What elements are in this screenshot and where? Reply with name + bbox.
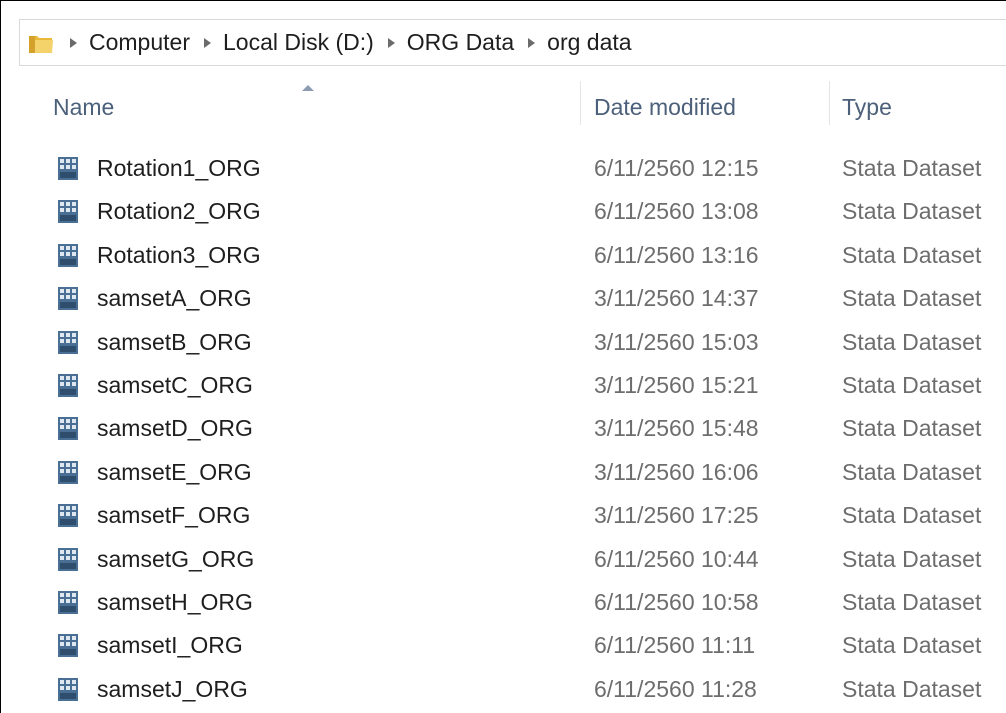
chevron-right-icon[interactable] — [203, 37, 211, 48]
file-date-modified: 6/11/2560 12:15 — [594, 155, 759, 181]
file-type: Stata Dataset — [842, 328, 982, 355]
file-type: Stata Dataset — [842, 458, 982, 485]
breadcrumb-org-data[interactable]: ORG Data — [407, 29, 514, 56]
column-header-date-modified[interactable]: Date modified — [594, 79, 824, 129]
breadcrumb-local-disk[interactable]: Local Disk (D:) — [223, 29, 374, 56]
file-row[interactable]: samsetB_ORG 3/11/2560 15:03 Stata Dataset — [19, 321, 1006, 364]
file-row[interactable]: samsetF_ORG 3/11/2560 17:25 Stata Dataset — [19, 494, 1006, 537]
stata-dataset-icon — [57, 243, 79, 268]
stata-dataset-icon — [57, 286, 79, 311]
file-row[interactable]: samsetE_ORG 3/11/2560 16:06 Stata Dataset — [19, 451, 1006, 494]
file-date-modified: 6/11/2560 13:08 — [594, 198, 759, 225]
stata-dataset-icon — [57, 330, 79, 355]
explorer-window: Computer Local Disk (D:) ORG Data org da… — [0, 0, 1006, 713]
file-type: Stata Dataset — [842, 241, 982, 268]
stata-dataset-icon — [57, 547, 79, 572]
folder-icon — [26, 28, 56, 58]
file-name[interactable]: samsetC_ORG — [97, 364, 253, 407]
file-name[interactable]: samsetB_ORG — [97, 321, 252, 364]
column-divider[interactable] — [829, 81, 830, 125]
file-date-modified: 3/11/2560 15:21 — [594, 371, 759, 398]
file-name[interactable]: samsetG_ORG — [97, 538, 254, 581]
file-date-modified: 6/11/2560 10:58 — [594, 588, 759, 615]
file-date-modified: 6/11/2560 11:28 — [594, 675, 757, 702]
stata-dataset-icon — [57, 503, 79, 528]
file-name[interactable]: samsetA_ORG — [97, 277, 252, 320]
file-name[interactable]: samsetF_ORG — [97, 494, 250, 537]
file-name[interactable]: samsetI_ORG — [97, 624, 243, 667]
stata-dataset-icon — [57, 677, 79, 702]
stata-dataset-icon — [57, 156, 79, 181]
sort-ascending-icon — [302, 85, 314, 91]
file-date-modified: 6/11/2560 10:44 — [594, 545, 759, 572]
file-type: Stata Dataset — [842, 285, 982, 312]
stata-dataset-icon — [57, 460, 79, 485]
file-date-modified: 3/11/2560 14:37 — [594, 285, 759, 312]
file-row[interactable]: Rotation1_ORG 6/11/2560 12:15 Stata Datase… — [19, 147, 1006, 190]
file-type: Stata Dataset — [842, 198, 982, 225]
file-name[interactable]: Rotation2_ORG — [97, 190, 261, 233]
column-header-row: Name Date modified Type — [19, 79, 1006, 135]
file-date-modified: 3/11/2560 16:06 — [594, 458, 759, 485]
file-type: Stata Dataset — [842, 502, 982, 529]
file-name[interactable]: Rotation3_ORG — [97, 234, 261, 277]
file-date-modified: 3/11/2560 15:03 — [594, 328, 759, 355]
file-row[interactable]: samsetJ_ORG 6/11/2560 11:28 Stata Dataset — [19, 668, 1006, 711]
chevron-right-icon[interactable] — [387, 37, 395, 48]
file-row[interactable]: samsetD_ORG 3/11/2560 15:48 Stata Dataset — [19, 407, 1006, 450]
file-type: Stata Dataset — [842, 588, 982, 615]
file-date-modified: 3/11/2560 17:25 — [594, 502, 759, 529]
file-row[interactable]: Rotation3_ORG 6/11/2560 13:16 Stata Datase… — [19, 234, 1006, 277]
file-type: Stata Dataset — [842, 415, 982, 442]
file-list: Rotation1_ORG 6/11/2560 12:15 Stata Datase… — [19, 147, 1006, 711]
chevron-right-icon[interactable] — [70, 37, 77, 48]
stata-dataset-icon — [57, 590, 79, 615]
file-name[interactable]: samsetD_ORG — [97, 407, 253, 450]
file-name[interactable]: Rotation1_ORG — [97, 147, 261, 190]
file-type: Stata Dataset — [842, 632, 982, 659]
stata-dataset-icon — [57, 633, 79, 658]
file-date-modified: 3/11/2560 15:48 — [594, 415, 759, 442]
column-divider[interactable] — [580, 81, 581, 125]
stata-dataset-icon — [57, 416, 79, 441]
file-type: Stata Dataset — [842, 371, 982, 398]
file-row[interactable]: samsetI_ORG 6/11/2560 11:11 Stata Dataset — [19, 624, 1006, 667]
file-name[interactable]: samsetH_ORG — [97, 581, 253, 624]
address-bar[interactable]: Computer Local Disk (D:) ORG Data org da… — [19, 19, 1006, 66]
file-type: Stata Dataset — [842, 155, 982, 181]
breadcrumb-computer[interactable]: Computer — [89, 29, 190, 56]
file-date-modified: 6/11/2560 13:16 — [594, 241, 759, 268]
file-row[interactable]: samsetA_ORG 3/11/2560 14:37 Stata Dataset — [19, 277, 1006, 320]
breadcrumb-current-folder[interactable]: org data — [547, 29, 631, 56]
stata-dataset-icon — [57, 373, 79, 398]
column-header-type[interactable]: Type — [842, 79, 1006, 129]
file-row[interactable]: samsetH_ORG 6/11/2560 10:58 Stata Dataset — [19, 581, 1006, 624]
stata-dataset-icon — [57, 199, 79, 224]
file-type: Stata Dataset — [842, 675, 982, 702]
chevron-right-icon[interactable] — [528, 37, 536, 48]
file-name[interactable]: samsetJ_ORG — [97, 668, 248, 711]
file-row[interactable]: samsetG_ORG 6/11/2560 10:44 Stata Dataset — [19, 538, 1006, 581]
file-name[interactable]: samsetE_ORG — [97, 451, 252, 494]
file-row[interactable]: Rotation2_ORG 6/11/2560 13:08 Stata Datase… — [19, 190, 1006, 233]
file-row[interactable]: samsetC_ORG 3/11/2560 15:21 Stata Dataset — [19, 364, 1006, 407]
file-type: Stata Dataset — [842, 545, 982, 572]
file-date-modified: 6/11/2560 11:11 — [594, 632, 756, 659]
